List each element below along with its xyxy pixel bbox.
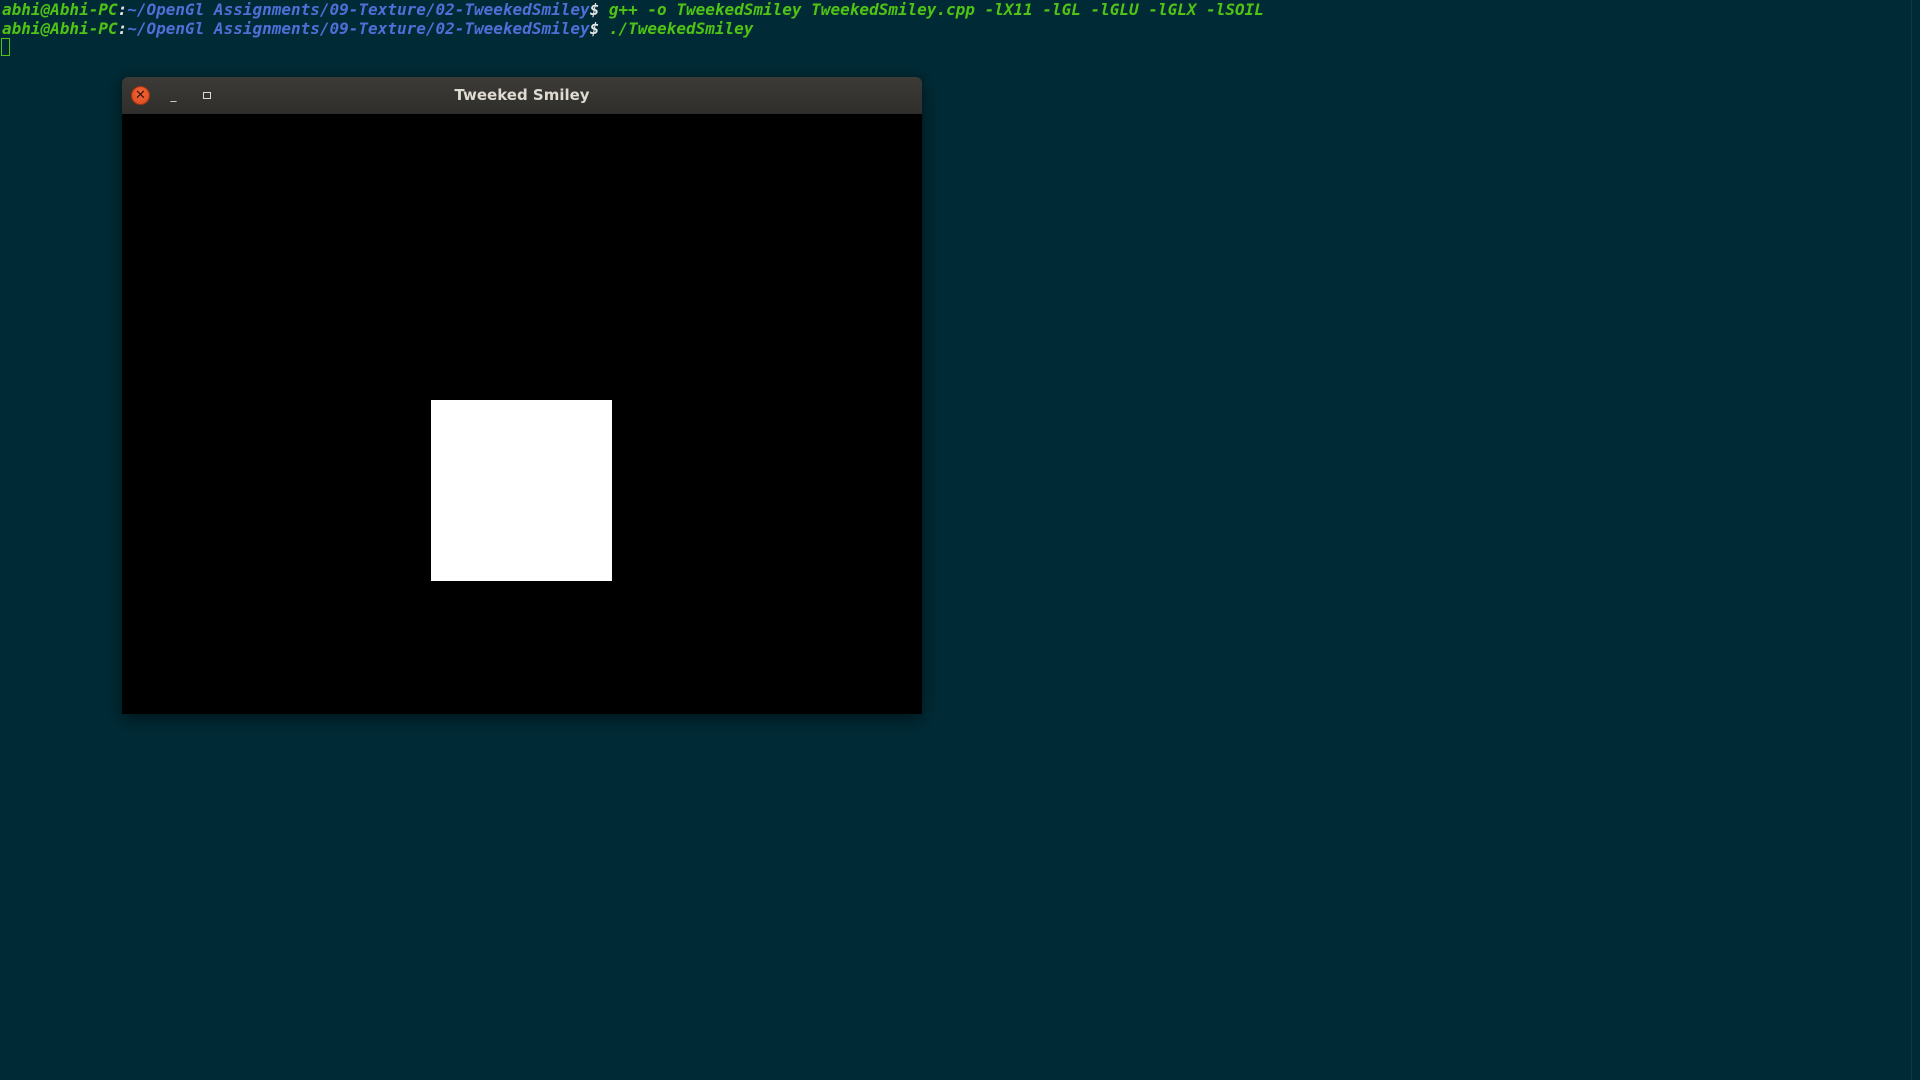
prompt-path: ~/OpenGl Assignments/09-Texture/02-Tweek… [127, 19, 590, 38]
terminal-line: abhi@Abhi-PC:~/OpenGl Assignments/09-Tex… [2, 19, 753, 38]
prompt-colon: : [117, 0, 128, 19]
terminal-scrollbar[interactable] [1911, 0, 1920, 1080]
prompt-sign: $ [589, 19, 600, 38]
terminal-command: ./TweekedSmiley [599, 19, 754, 38]
close-icon: ✕ [135, 88, 146, 103]
prompt-colon: : [117, 19, 128, 38]
prompt-path: ~/OpenGl Assignments/09-Texture/02-Tweek… [127, 0, 590, 19]
textured-quad [431, 400, 612, 581]
terminal-cursor [1, 38, 10, 56]
window-titlebar[interactable]: Tweeked Smiley ✕ _ [122, 77, 922, 115]
prompt-user-host: abhi@Abhi-PC [2, 0, 118, 19]
minimize-icon: _ [170, 88, 177, 102]
prompt-user-host: abhi@Abhi-PC [2, 19, 118, 38]
prompt-sign: $ [589, 0, 600, 19]
window-title: Tweeked Smiley [454, 86, 590, 104]
terminal-line: abhi@Abhi-PC:~/OpenGl Assignments/09-Tex… [2, 0, 1264, 19]
app-window[interactable]: Tweeked Smiley ✕ _ [122, 77, 922, 714]
opengl-canvas[interactable] [122, 114, 922, 714]
terminal-command: g++ -o TweekedSmiley TweekedSmiley.cpp -… [599, 0, 1264, 19]
close-button[interactable]: ✕ [131, 86, 150, 105]
maximize-icon [203, 92, 211, 99]
minimize-button[interactable]: _ [164, 86, 183, 105]
maximize-button[interactable] [198, 86, 217, 105]
